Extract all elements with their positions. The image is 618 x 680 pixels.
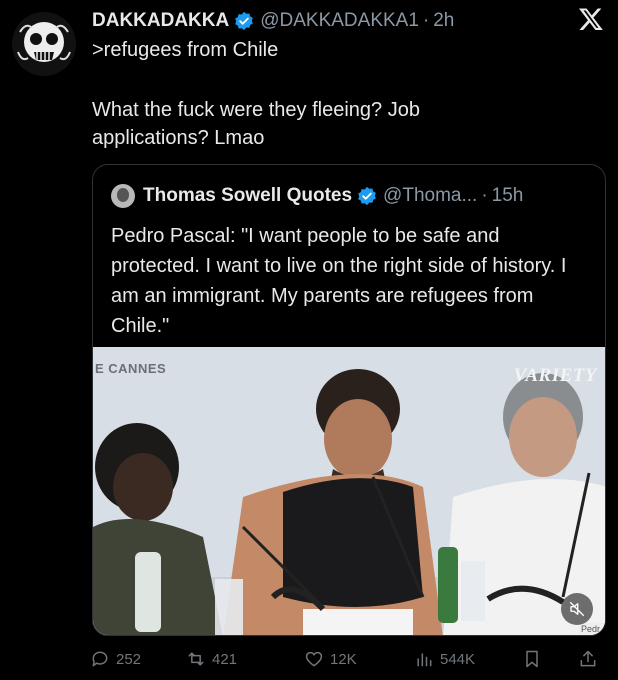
name-card-label: Pedr xyxy=(577,623,603,635)
tweet-action-bar: 252 421 12K 544K xyxy=(90,646,610,672)
quoted-tweet-video[interactable]: E CANNES VARIETY Pedr xyxy=(93,347,605,635)
tweet-text-line: What the fuck were they fleeing? Job xyxy=(92,99,420,121)
tweet-header: DAKKADAKKA @DAKKADAKKA1 · 2h xyxy=(92,8,558,34)
quoted-author-avatar xyxy=(111,184,135,208)
x-logo-icon[interactable] xyxy=(578,6,604,32)
separator-dot: · xyxy=(422,10,430,31)
views-count: 544K xyxy=(440,650,476,668)
quoted-tweet-card[interactable]: Thomas Sowell Quotes @Thoma... · 15h Ped… xyxy=(92,164,606,636)
tweet-text: >refugees from Chile What the fuck were … xyxy=(92,36,592,152)
verified-badge-icon xyxy=(357,186,377,206)
like-button[interactable]: 12K xyxy=(304,646,357,672)
separator-dot: · xyxy=(481,185,488,206)
reply-count: 252 xyxy=(116,650,142,668)
author-handle[interactable]: @DAKKADAKKA1 xyxy=(260,10,419,32)
repost-icon xyxy=(188,652,204,666)
quoted-author-name: Thomas Sowell Quotes xyxy=(143,185,353,206)
views-button[interactable]: 544K xyxy=(414,646,475,672)
repost-button[interactable]: 421 xyxy=(186,646,237,672)
reply-icon xyxy=(92,651,108,667)
tweet-text-line: >refugees from Chile xyxy=(92,39,279,61)
author-name[interactable]: DAKKADAKKA xyxy=(92,10,229,32)
quoted-tweet-header: Thomas Sowell Quotes @Thoma... · 15h xyxy=(111,183,523,209)
bookmark-button[interactable] xyxy=(522,646,548,672)
repost-count: 421 xyxy=(212,650,238,668)
quoted-author-handle: @Thoma... xyxy=(383,185,478,206)
tweet-text-line: applications? Lmao xyxy=(92,127,265,149)
variety-watermark: VARIETY xyxy=(513,365,597,386)
quoted-tweet-text: Pedro Pascal: "I want people to be safe … xyxy=(111,225,567,337)
verified-badge-icon xyxy=(234,11,254,31)
cannes-backdrop-label: E CANNES xyxy=(95,361,167,376)
share-button[interactable] xyxy=(578,646,604,672)
share-icon xyxy=(580,650,596,667)
mute-button[interactable] xyxy=(561,593,593,625)
muted-speaker-icon xyxy=(569,601,585,617)
bookmark-icon xyxy=(526,650,538,668)
like-count: 12K xyxy=(330,650,357,668)
press-conference-photo xyxy=(93,347,605,635)
author-avatar[interactable] xyxy=(12,12,76,76)
quoted-tweet-time: 15h xyxy=(491,185,524,206)
reply-button[interactable]: 252 xyxy=(90,646,141,672)
views-chart-icon xyxy=(417,653,432,667)
tweet-time[interactable]: 2h xyxy=(433,10,454,32)
heart-icon xyxy=(305,651,323,667)
